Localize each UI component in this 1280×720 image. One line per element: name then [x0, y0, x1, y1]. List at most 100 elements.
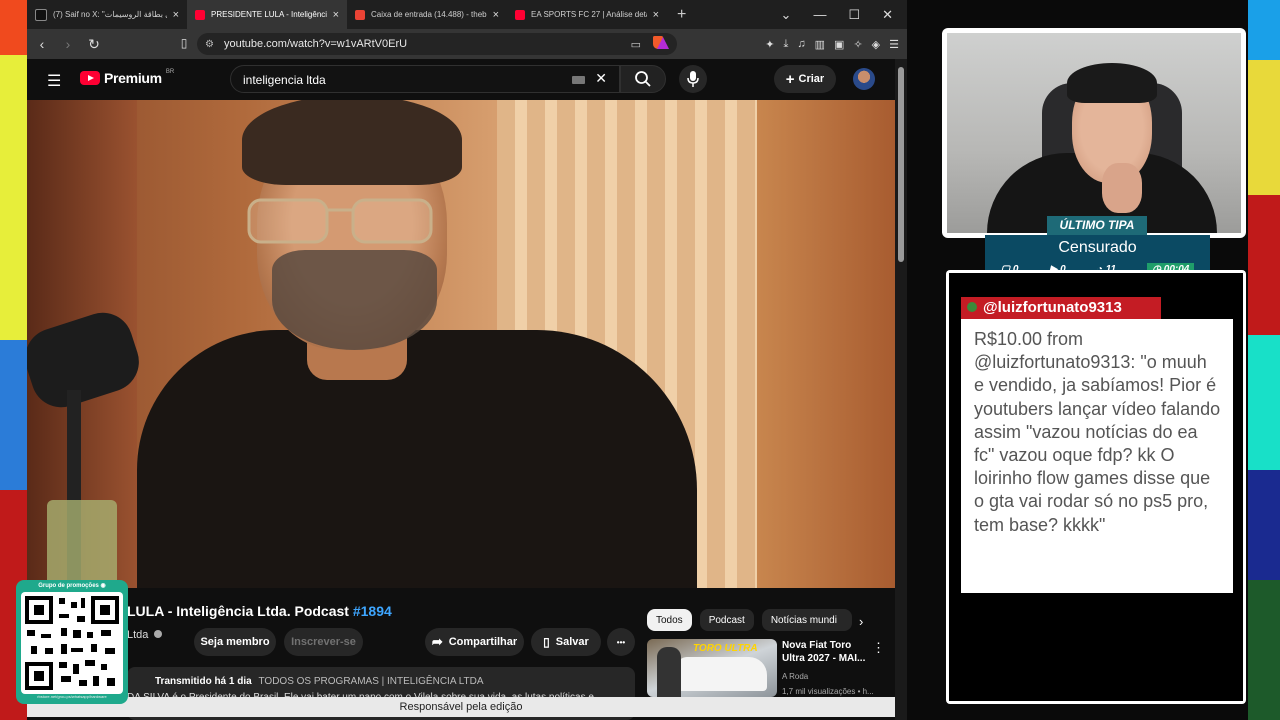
- nameplate-title: Censurado: [985, 235, 1210, 261]
- url-text: youtube.com/watch?v=w1vARtV0ErU: [223, 38, 408, 50]
- bookmark-icon[interactable]: ▯: [173, 36, 195, 50]
- voice-search-button[interactable]: [679, 65, 707, 93]
- video-title: LULA - Inteligência Ltda. Podcast #1894: [127, 603, 392, 619]
- glasses-icon: [245, 196, 445, 246]
- youtube-play-icon: [80, 71, 100, 85]
- tab-youtube-ea[interactable]: EA SPORTS FC 27 | Análise detalhada da C…: [507, 0, 667, 29]
- account-avatar[interactable]: [853, 68, 875, 90]
- share-button[interactable]: ➦ Compartilhar: [425, 628, 524, 656]
- car-shape: [677, 657, 767, 691]
- host-shirt: [137, 330, 697, 588]
- tab-youtube[interactable]: PRESIDENTE LULA - Inteligência Ltda. ×: [187, 0, 347, 29]
- url-field[interactable]: ⚙ youtube.com/watch?v=w1vARtV0ErU ▭: [197, 33, 677, 55]
- qr-header: Grupo de promoções ◉: [20, 582, 124, 589]
- recommended-thumbnail[interactable]: TORO ULTRA: [647, 639, 777, 697]
- tab-x[interactable]: (7) Saif no X: "روسي اشترى بطاقة الروسيم…: [27, 0, 187, 29]
- forward-icon[interactable]: ›: [57, 36, 79, 52]
- donation-user: @luizfortunato9313: [983, 299, 1122, 316]
- qr-footer: rbstore.net/grou.ps/whatsapp/hardware: [37, 694, 107, 699]
- mug: [47, 500, 117, 588]
- extensions-icon[interactable]: ✦: [765, 38, 774, 51]
- whatsapp-icon: ◉: [100, 583, 106, 589]
- address-bar: ‹ › ↻ ▯ ⚙ youtube.com/watch?v=w1vARtV0Er…: [27, 29, 907, 59]
- keyboard-icon[interactable]: [572, 76, 585, 84]
- clear-search-icon[interactable]: ✕: [595, 70, 607, 87]
- search-button[interactable]: [620, 65, 666, 93]
- tab-close-icon[interactable]: ×: [493, 9, 499, 21]
- video-title-text: LULA - Inteligência Ltda. Podcast: [127, 603, 349, 619]
- cast-icon[interactable]: ▭: [631, 38, 641, 51]
- qr-promo-box: Grupo de promoções ◉ rbstore.net/grou.ps…: [16, 580, 128, 704]
- thumbnail-brand: TORO ULTRA: [693, 643, 758, 654]
- bookmark-add-icon: ▯: [543, 635, 550, 649]
- save-button[interactable]: ▯ Salvar: [531, 628, 601, 656]
- menu-icon[interactable]: ☰: [889, 38, 899, 51]
- youtube-premium-logo[interactable]: Premium BR: [80, 69, 175, 86]
- tab-gmail[interactable]: Caixa de entrada (14.488) - thebaltar@gm…: [347, 0, 507, 29]
- bg-stripe: [1248, 60, 1280, 195]
- bg-stripe: [0, 340, 27, 490]
- microphone-icon: [687, 71, 699, 87]
- description-categories: TODOS OS PROGRAMAS | INTELIGÊNCIA LTDA: [258, 676, 484, 687]
- subscribe-button[interactable]: Inscrever-se: [284, 628, 363, 656]
- search-input[interactable]: [241, 72, 565, 88]
- create-button[interactable]: + Criar: [774, 65, 836, 93]
- join-button[interactable]: Seja membro: [194, 628, 276, 656]
- channel-name[interactable]: Ltda: [127, 629, 163, 641]
- new-tab-button[interactable]: +: [667, 6, 696, 24]
- downloads-icon[interactable]: ⤓: [784, 38, 789, 51]
- logo-country: BR: [165, 69, 175, 75]
- description-meta: Transmitido há 1 dia TODOS OS PROGRAMAS …: [155, 676, 484, 687]
- x-favicon-icon: [35, 8, 47, 21]
- qr-code-icon: [21, 592, 123, 694]
- scrollbar-thumb[interactable]: [898, 67, 904, 262]
- leo-icon[interactable]: ✧: [853, 38, 862, 51]
- tab-bar: (7) Saif no X: "روسي اشترى بطاقة الروسيم…: [27, 0, 907, 29]
- plus-icon: +: [785, 70, 795, 88]
- recommended-video[interactable]: TORO ULTRA Nova Fiat Toro Ultra 2027 - M…: [647, 639, 895, 699]
- media-icon[interactable]: ♫: [797, 38, 805, 50]
- bg-stripe: [1248, 195, 1280, 335]
- chip-world-news[interactable]: Notícias mundi: [761, 609, 852, 631]
- bg-stripe: [1248, 580, 1280, 720]
- video-hashtag[interactable]: #1894: [353, 603, 392, 619]
- edit-credit-bar: Responsável pela edição: [27, 697, 895, 717]
- channel-name-text: Ltda: [127, 629, 149, 641]
- search-box: ✕: [230, 65, 620, 93]
- rewards-icon[interactable]: [657, 37, 669, 49]
- video-player[interactable]: [27, 100, 895, 588]
- tab-close-icon[interactable]: ×: [333, 9, 339, 21]
- more-vert-icon[interactable]: ⋮: [872, 640, 885, 656]
- recommended-channel: A Roda: [782, 672, 809, 681]
- youtube-page: ☰ Premium BR ✕ + Criar: [27, 59, 895, 720]
- recommended-views: 1,7 mil visualizações • h...: [782, 687, 874, 696]
- chip-all[interactable]: Todos: [647, 609, 692, 631]
- minimize-button[interactable]: —: [813, 7, 826, 22]
- hamburger-menu-icon[interactable]: ☰: [47, 71, 61, 91]
- gmail-favicon-icon: [355, 9, 365, 20]
- scrollbar[interactable]: [895, 59, 907, 720]
- sidebar-icon[interactable]: ▥: [815, 38, 825, 51]
- search-icon: [635, 71, 651, 87]
- share-icon: ➦: [431, 634, 443, 649]
- tab-title: PRESIDENTE LULA - Inteligência Ltda.: [211, 10, 327, 19]
- nameplate-subtitle: ÚLTIMO TIPA: [1047, 216, 1147, 235]
- close-window-button[interactable]: ✕: [882, 7, 893, 23]
- tab-title: (7) Saif no X: "روسي اشترى بطاقة الروسيم…: [53, 10, 167, 19]
- wallet-icon[interactable]: ▣: [834, 38, 844, 51]
- tab-title: Caixa de entrada (14.488) - thebaltar@gm…: [371, 10, 487, 19]
- tab-search-icon[interactable]: ⌄: [781, 7, 792, 23]
- create-label: Criar: [798, 73, 825, 85]
- site-info-icon[interactable]: ⚙: [205, 39, 214, 50]
- tab-close-icon[interactable]: ×: [173, 9, 179, 21]
- logo-text: Premium: [104, 70, 162, 86]
- back-icon[interactable]: ‹: [31, 36, 53, 52]
- chevron-right-icon[interactable]: ›: [859, 614, 863, 629]
- more-actions-button[interactable]: •••: [607, 628, 635, 656]
- maximize-button[interactable]: ☐: [848, 7, 860, 23]
- filter-chips: Todos Podcast Notícias mundi: [647, 609, 852, 631]
- tab-close-icon[interactable]: ×: [653, 9, 659, 21]
- reload-icon[interactable]: ↻: [83, 36, 105, 53]
- chip-podcast[interactable]: Podcast: [699, 609, 754, 631]
- vpn-icon[interactable]: ◈: [872, 38, 880, 51]
